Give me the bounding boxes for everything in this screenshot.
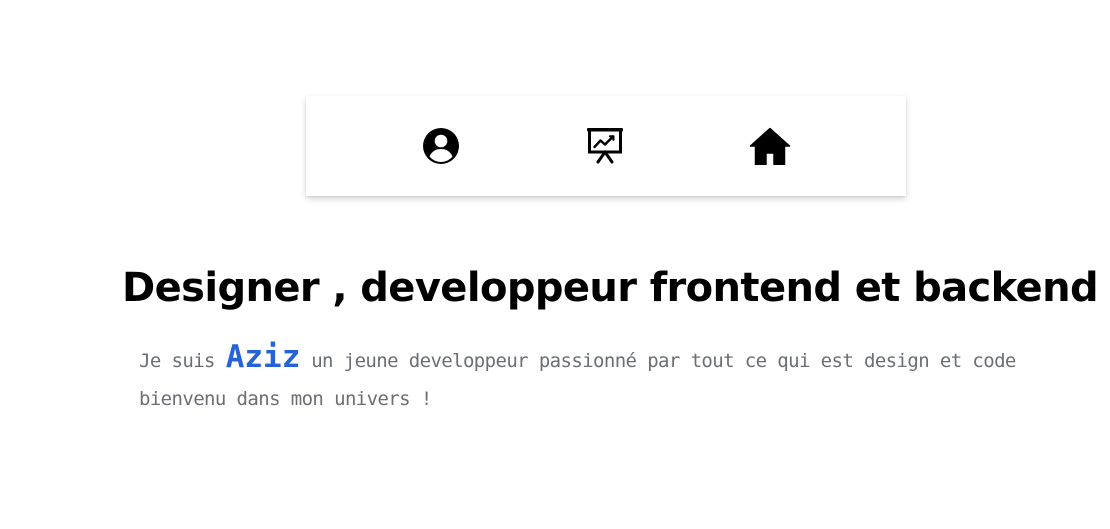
home-nav-button[interactable] [749,125,791,167]
author-name: Aziz [225,339,301,375]
profile-nav-button[interactable] [420,125,462,167]
nav-bar [306,96,906,196]
projects-nav-button[interactable] [584,125,626,167]
intro-text-before: Je suis [139,350,226,372]
presentation-chart-icon [585,127,625,165]
intro-paragraph: Je suis Aziz un jeune developpeur passio… [139,338,1019,418]
user-circle-icon [422,127,460,165]
page-headline: Designer , developpeur frontend et backe… [122,265,1099,311]
home-icon [749,127,791,165]
